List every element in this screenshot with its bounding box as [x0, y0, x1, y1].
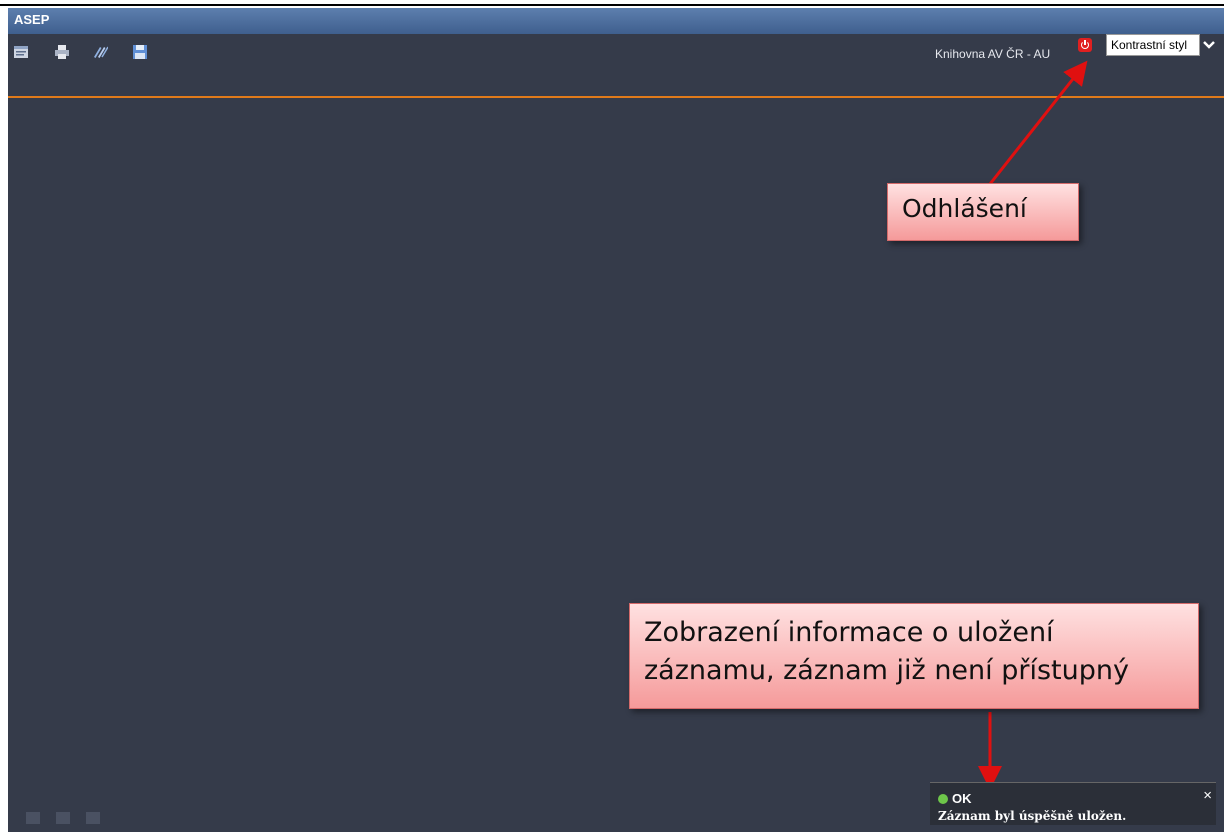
notification-status: OK — [952, 791, 972, 806]
logout-icon[interactable] — [1078, 38, 1092, 52]
print-icon[interactable] — [54, 44, 70, 60]
logout-callout-text: Odhlášení — [902, 194, 1027, 223]
edit-icon[interactable] — [92, 44, 108, 60]
logout-callout: Odhlášení — [887, 183, 1079, 241]
notification-message: Záznam byl úspěšně uložen. — [938, 809, 1127, 823]
forward-icon[interactable] — [86, 812, 100, 824]
notification-header: OK — [938, 791, 972, 806]
style-select[interactable]: Kontrastní styl — [1106, 34, 1200, 56]
title-bar: ASEP — [8, 8, 1224, 34]
top-border — [0, 4, 1224, 6]
save-info-callout: Zobrazení informace o uložení záznamu, z… — [629, 603, 1199, 709]
save-info-line-1: Zobrazení informace o uložení — [644, 617, 1054, 648]
toolbar — [8, 34, 1224, 96]
window-icon[interactable] — [13, 44, 29, 60]
check-circle-icon — [938, 794, 948, 804]
app-title: ASEP — [14, 12, 50, 27]
save-icon[interactable] — [132, 44, 148, 60]
library-label: Knihovna AV ČR - AU — [935, 47, 1051, 61]
document-icon[interactable] — [56, 812, 70, 824]
save-info-line-2: záznamu, záznam již není přístupný — [644, 655, 1129, 686]
toolbar-divider — [8, 96, 1224, 98]
notification-panel: OK × Záznam byl úspěšně uložen. — [930, 782, 1216, 825]
close-icon[interactable]: × — [1203, 787, 1212, 804]
edit-icon[interactable] — [26, 812, 40, 824]
chevron-down-icon[interactable] — [1201, 34, 1216, 56]
